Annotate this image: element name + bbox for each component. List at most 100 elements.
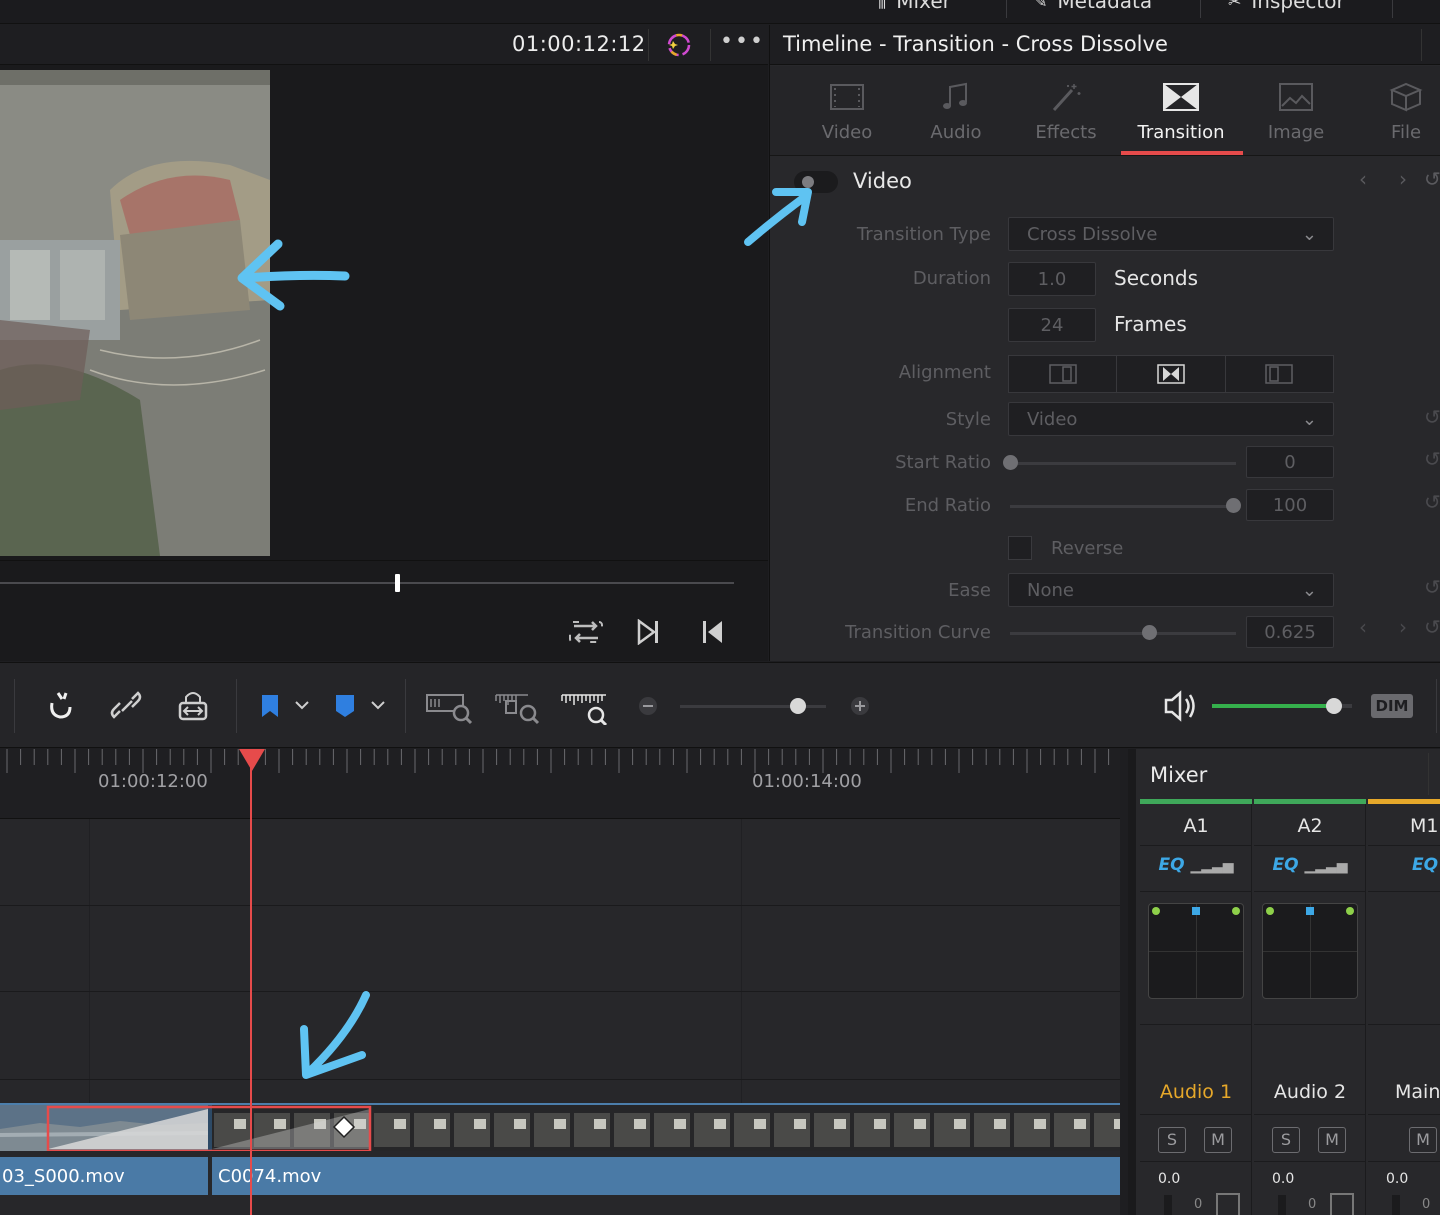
dim-button[interactable]: DIM (1371, 694, 1413, 718)
mixer-toggle-button[interactable]: ⫼ Mixer (878, 0, 951, 13)
divider (1200, 0, 1201, 18)
start-ratio-slider-knob[interactable] (1003, 455, 1018, 470)
playhead[interactable] (250, 749, 252, 1215)
zoom-slider-knob[interactable] (790, 698, 806, 714)
loop-icon[interactable] (568, 618, 604, 646)
inspector-toggle-label: Inspector (1251, 0, 1345, 13)
prev-keyframe-icon[interactable]: ‹ (1359, 167, 1367, 191)
reset-icon[interactable]: ↺ (1424, 167, 1440, 191)
ease-dropdown[interactable]: None ⌄ (1008, 573, 1334, 607)
timeline-toolbar: DIM (0, 662, 1440, 748)
transition-curve-slider-knob[interactable] (1142, 625, 1157, 640)
color-wheel-icon[interactable] (664, 31, 694, 59)
reverse-checkbox[interactable] (1008, 536, 1032, 560)
fader-knob[interactable] (1330, 1193, 1354, 1215)
tab-file[interactable]: File (1351, 66, 1440, 156)
align-end-button[interactable] (1009, 356, 1118, 392)
zoom-out-icon[interactable] (636, 685, 660, 725)
tab-effects[interactable]: Effects (1011, 66, 1121, 156)
volume-slider-knob[interactable] (1326, 698, 1342, 714)
reset-icon[interactable]: ↺ (1424, 615, 1440, 639)
prev-keyframe-icon[interactable]: ‹ (1359, 615, 1367, 639)
clip-thumbnail-window (514, 1119, 526, 1129)
flag-dropdown[interactable] (256, 685, 312, 725)
solo-button[interactable]: S (1272, 1127, 1300, 1153)
transition-curve-field[interactable]: 0.625 (1246, 616, 1334, 648)
align-end-icon (1048, 364, 1077, 384)
solo-button[interactable]: S (1158, 1127, 1186, 1153)
fader-knob[interactable] (1216, 1193, 1240, 1215)
mixer-panel: Mixer A1 EQ ▁▂▃▅ Audio 1 S M 0.0 0 A2 EQ… (1128, 749, 1440, 1215)
start-ratio-label: Start Ratio (895, 452, 991, 473)
clip-label[interactable]: C0074.mov (212, 1157, 1120, 1195)
meter (1278, 1195, 1286, 1215)
clip-thumbnail (534, 1113, 570, 1147)
reset-icon[interactable]: ↺ (1424, 447, 1440, 471)
pan-control[interactable] (1148, 903, 1244, 999)
start-ratio-slider[interactable] (1010, 462, 1236, 465)
image-icon (1279, 83, 1313, 111)
mute-button[interactable]: M (1318, 1127, 1346, 1153)
tab-video-label: Video (821, 122, 873, 143)
timeline-area[interactable]: 01:00:12:00 01:00:14:00 03_S000.mov C007… (0, 749, 1120, 1215)
end-ratio-field[interactable]: 100 (1246, 489, 1334, 521)
marker-dropdown[interactable] (330, 685, 390, 725)
speaker-icon[interactable] (1160, 685, 1200, 725)
next-keyframe-icon[interactable]: › (1399, 615, 1407, 639)
position-lock-icon[interactable] (174, 685, 212, 725)
inspector-toggle-button[interactable]: ✂ Inspector (1228, 0, 1345, 13)
inspector-title: Timeline - Transition - Cross Dissolve (783, 32, 1168, 56)
previous-frame-icon[interactable] (700, 619, 726, 645)
viewer-scrub-handle[interactable] (395, 574, 400, 592)
duration-seconds-field[interactable]: 1.0 (1008, 262, 1096, 296)
divider (1006, 0, 1007, 18)
zoom-custom-icon[interactable] (558, 685, 614, 725)
next-frame-icon[interactable] (636, 619, 662, 645)
mute-button[interactable]: M (1204, 1127, 1232, 1153)
tab-audio[interactable]: Audio (901, 66, 1011, 156)
metadata-toggle-button[interactable]: ✎ Metadata (1034, 0, 1152, 13)
video-track-thumbnails[interactable] (0, 1103, 1120, 1151)
clip-thumbnail-window (434, 1119, 446, 1129)
transition-type-dropdown[interactable]: Cross Dissolve ⌄ (1008, 217, 1334, 251)
zoom-full-icon[interactable] (423, 685, 475, 725)
clip-thumbnail-window (634, 1119, 646, 1129)
track-divider (0, 905, 1120, 906)
reset-icon[interactable]: ↺ (1424, 490, 1440, 514)
alignment-label: Alignment (898, 362, 991, 383)
tab-transition[interactable]: Transition (1126, 66, 1236, 156)
mute-button[interactable]: M (1409, 1127, 1437, 1153)
link-icon[interactable] (108, 685, 144, 725)
meter (1392, 1195, 1400, 1215)
eq-button[interactable]: EQ (1412, 855, 1438, 875)
viewer-scrub-bar[interactable] (0, 582, 734, 584)
grid-line (89, 819, 90, 1103)
viewer-timecode[interactable]: 01:00:12:12 (512, 32, 646, 56)
eq-button[interactable]: EQ ▁▂▃▅ (1254, 855, 1366, 875)
tab-transition-label: Transition (1137, 122, 1225, 143)
duration-frames-field[interactable]: 24 (1008, 308, 1096, 342)
pan-control[interactable] (1262, 903, 1358, 999)
more-options-icon[interactable]: ••• (720, 29, 765, 54)
clip-thumbnail-window (754, 1119, 766, 1129)
playhead-handle[interactable] (239, 749, 265, 771)
transition-curve-slider[interactable] (1010, 632, 1236, 635)
style-dropdown[interactable]: Video ⌄ (1008, 402, 1334, 436)
reset-icon[interactable]: ↺ (1424, 575, 1440, 599)
align-center-button[interactable] (1117, 356, 1226, 392)
clip-label[interactable]: 03_S000.mov (0, 1157, 208, 1195)
strip-color-bar (1254, 799, 1366, 804)
reset-icon[interactable]: ↺ (1424, 405, 1440, 429)
zoom-detail-icon[interactable] (492, 685, 544, 725)
eq-button[interactable]: EQ ▁▂▃▅ (1140, 855, 1252, 875)
zoom-in-icon[interactable] (848, 685, 872, 725)
align-start-button[interactable] (1226, 356, 1333, 392)
tab-image[interactable]: Image (1241, 66, 1351, 156)
snapping-icon[interactable] (42, 685, 78, 725)
end-ratio-slider-knob[interactable] (1226, 498, 1241, 513)
end-ratio-slider[interactable] (1010, 505, 1236, 508)
tab-video[interactable]: Video (792, 66, 902, 156)
next-keyframe-icon[interactable]: › (1399, 167, 1407, 191)
start-ratio-field[interactable]: 0 (1246, 446, 1334, 478)
divider (1140, 891, 1252, 892)
